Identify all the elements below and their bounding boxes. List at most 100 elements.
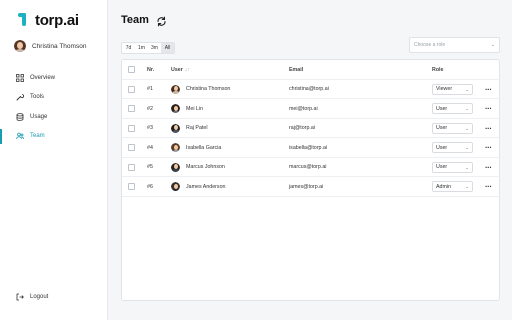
user-email: mei@torp.ai bbox=[289, 105, 318, 112]
range-3m-button[interactable]: 3m bbox=[148, 43, 161, 53]
logout-button[interactable]: Logout bbox=[16, 293, 48, 301]
header-email: Email bbox=[289, 66, 304, 73]
row-checkbox[interactable] bbox=[128, 138, 135, 158]
role-value: User bbox=[436, 125, 448, 132]
logo-mark-icon bbox=[18, 11, 32, 29]
logout-icon bbox=[16, 293, 24, 301]
sidebar-item-label: Team bbox=[30, 133, 45, 140]
role-value: User bbox=[436, 164, 448, 171]
user-name: Raj Patel bbox=[186, 125, 208, 132]
chevron-down-icon: ⌄ bbox=[465, 184, 469, 190]
profile[interactable]: Christina Thomson bbox=[14, 40, 86, 52]
row-user: James Anderson bbox=[171, 177, 225, 197]
row-actions[interactable]: ··· bbox=[485, 138, 492, 158]
user-name: Isabella Garcia bbox=[186, 144, 222, 151]
chevron-down-icon: ⌄ bbox=[465, 86, 469, 92]
row-nr: #4 bbox=[147, 144, 153, 151]
sidebar-item-overview[interactable]: Overview bbox=[0, 68, 108, 88]
sidebar-item-label: Usage bbox=[30, 113, 48, 120]
logout-label: Logout bbox=[30, 294, 49, 300]
header-user[interactable]: User ↓↑ bbox=[171, 60, 190, 80]
select-all-checkbox[interactable] bbox=[128, 60, 135, 80]
range-all-button[interactable]: All bbox=[161, 43, 174, 53]
user-email: james@torp.ai bbox=[289, 183, 324, 190]
role-cell: User ⌄ bbox=[432, 138, 473, 158]
team-table: Nr. User ↓↑ Email Role #1 Christina Thom… bbox=[121, 59, 501, 301]
sidebar-item-usage[interactable]: Usage bbox=[0, 107, 108, 127]
row-actions[interactable]: ··· bbox=[485, 158, 492, 178]
row-actions[interactable]: ··· bbox=[485, 177, 492, 197]
chevron-down-icon: ⌄ bbox=[465, 145, 469, 151]
role-value: User bbox=[436, 105, 448, 112]
role-cell: User ⌄ bbox=[432, 158, 473, 178]
row-user: Marcus Johnson bbox=[171, 158, 225, 178]
logo[interactable]: torp.ai bbox=[18, 11, 79, 29]
more-icon[interactable]: ··· bbox=[485, 85, 492, 94]
role-value: Viewer bbox=[436, 86, 453, 93]
database-icon bbox=[16, 112, 24, 121]
avatar bbox=[171, 162, 180, 172]
row-nr: #2 bbox=[147, 105, 153, 112]
row-actions[interactable]: ··· bbox=[485, 119, 492, 139]
table-header: Nr. User ↓↑ Email Role bbox=[122, 60, 501, 80]
time-range-toggle: 7d 1m 3m All bbox=[121, 42, 175, 54]
header-nr: Nr. bbox=[147, 66, 155, 73]
sidebar-item-team[interactable]: Team bbox=[0, 127, 108, 147]
row-user: Christina Thomson bbox=[171, 80, 230, 100]
refresh-icon[interactable] bbox=[156, 14, 167, 27]
grid-icon bbox=[16, 73, 24, 82]
role-cell: Admin ⌄ bbox=[432, 177, 473, 197]
sidebar-item-tools[interactable]: Tools bbox=[0, 88, 108, 108]
sidebar: torp.ai Christina Thomson Overview Tools bbox=[0, 0, 108, 320]
more-icon[interactable]: ··· bbox=[485, 143, 492, 152]
range-1m-button[interactable]: 1m bbox=[135, 43, 148, 53]
row-nr: #1 bbox=[147, 86, 153, 93]
role-select[interactable]: User ⌄ bbox=[432, 122, 473, 134]
more-icon[interactable]: ··· bbox=[485, 163, 492, 172]
role-select[interactable]: User ⌄ bbox=[432, 161, 473, 173]
avatar bbox=[14, 40, 26, 52]
user-name: Marcus Johnson bbox=[186, 164, 225, 171]
table-row: #6 James Anderson james@torp.ai Admin ⌄ … bbox=[122, 177, 501, 197]
user-email: christina@torp.ai bbox=[289, 86, 329, 93]
role-select[interactable]: User ⌄ bbox=[432, 103, 473, 115]
wrench-icon bbox=[16, 93, 24, 101]
row-checkbox[interactable] bbox=[128, 99, 135, 119]
range-7d-button[interactable]: 7d bbox=[122, 43, 135, 53]
avatar bbox=[171, 84, 180, 94]
more-icon[interactable]: ··· bbox=[485, 104, 492, 113]
header-user-label: User bbox=[171, 66, 183, 73]
role-select[interactable]: Admin ⌄ bbox=[432, 181, 473, 193]
role-value: User bbox=[436, 144, 448, 151]
row-checkbox[interactable] bbox=[128, 80, 135, 100]
sort-icon[interactable]: ↓↑ bbox=[185, 67, 190, 73]
row-user: Isabella Garcia bbox=[171, 138, 221, 158]
table-row: #1 Christina Thomson christina@torp.ai V… bbox=[122, 80, 501, 100]
role-cell: Viewer ⌄ bbox=[432, 80, 473, 100]
row-checkbox[interactable] bbox=[128, 119, 135, 139]
row-checkbox[interactable] bbox=[128, 158, 135, 178]
row-checkbox[interactable] bbox=[128, 177, 135, 197]
chevron-down-icon: ⌄ bbox=[465, 164, 469, 170]
avatar bbox=[171, 104, 180, 114]
user-name: James Anderson bbox=[186, 183, 226, 190]
more-icon[interactable]: ··· bbox=[485, 124, 492, 133]
avatar bbox=[171, 123, 180, 133]
row-actions[interactable]: ··· bbox=[485, 99, 492, 119]
role-filter-select[interactable]: Choose a role ⌄ bbox=[409, 37, 500, 53]
role-cell: User ⌄ bbox=[432, 119, 473, 139]
sidebar-item-label: Overview bbox=[30, 74, 56, 81]
role-select[interactable]: User ⌄ bbox=[432, 142, 473, 154]
row-nr: #6 bbox=[147, 183, 153, 190]
chevron-down-icon: ⌄ bbox=[465, 106, 469, 112]
role-value: Admin bbox=[436, 183, 452, 190]
role-select[interactable]: Viewer ⌄ bbox=[432, 83, 473, 95]
page-title: Team bbox=[121, 14, 149, 26]
row-actions[interactable]: ··· bbox=[485, 80, 492, 100]
profile-name: Christina Thomson bbox=[32, 42, 87, 50]
row-user: Mei Lin bbox=[171, 99, 203, 119]
user-email: isabella@torp.ai bbox=[289, 144, 328, 151]
chevron-down-icon: ⌄ bbox=[490, 42, 495, 48]
table-row: #4 Isabella Garcia isabella@torp.ai User… bbox=[122, 138, 501, 158]
more-icon[interactable]: ··· bbox=[485, 182, 492, 191]
